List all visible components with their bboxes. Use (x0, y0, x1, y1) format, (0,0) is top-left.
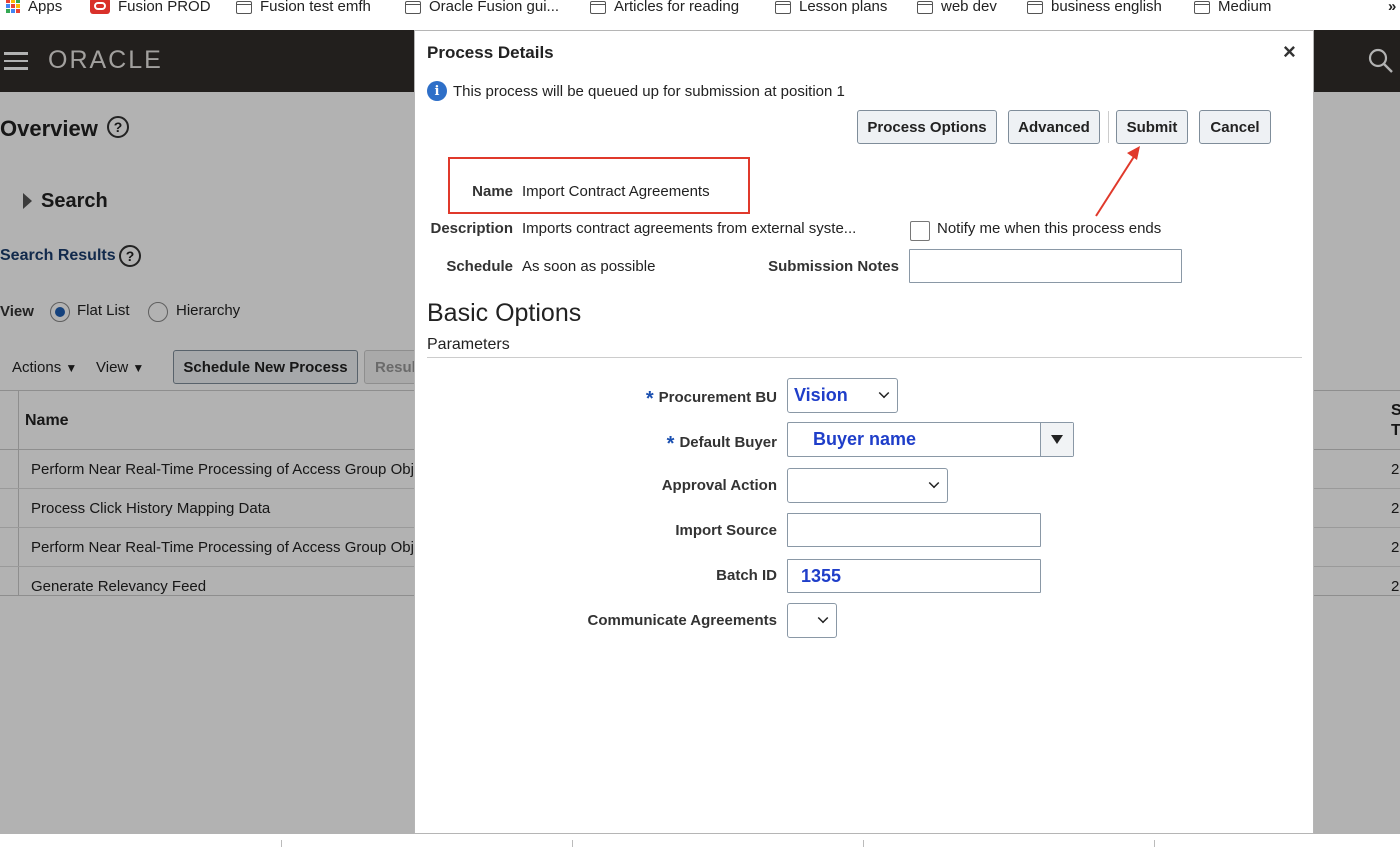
dropdown-button[interactable] (1040, 423, 1073, 456)
name-label: Name (472, 183, 513, 200)
bookmark-label: Fusion PROD (118, 0, 211, 15)
submit-button[interactable]: Submit (1116, 110, 1188, 144)
button-separator (1108, 111, 1109, 143)
bookmark-fusion-prod[interactable]: Fusion PROD (90, 0, 211, 15)
cancel-button[interactable]: Cancel (1199, 110, 1271, 144)
bookmark-label: Medium (1218, 0, 1272, 15)
bottom-strip (0, 834, 1400, 847)
bookmarks-bar: Apps Fusion PROD Fusion test emfh Oracle… (0, 0, 1400, 30)
notify-checkbox[interactable] (910, 221, 930, 241)
bookmark-label: Articles for reading (614, 0, 740, 15)
advanced-button[interactable]: Advanced (1008, 110, 1100, 144)
bookmark-lesson-plans[interactable]: Lesson plans (775, 0, 887, 15)
chevron-down-icon (878, 387, 890, 399)
submission-notes-input[interactable] (909, 249, 1182, 283)
bookmark-business-english[interactable]: business english (1027, 0, 1162, 15)
schedule-label: Schedule (446, 258, 513, 275)
close-icon[interactable]: × (1283, 39, 1296, 65)
oracle-o-icon (90, 0, 110, 14)
process-options-button[interactable]: Process Options (857, 110, 997, 144)
batch-id-label: Batch ID (716, 567, 777, 584)
info-text: This process will be queued up for submi… (453, 82, 845, 100)
procurement-bu-label-text: Procurement BU (658, 389, 777, 406)
chevron-down-icon (928, 477, 940, 489)
section-subtitle: Parameters (427, 336, 510, 353)
default-buyer-combobox[interactable]: Buyer name (787, 422, 1074, 457)
info-message: i This process will be queued up for sub… (427, 81, 845, 101)
approval-action-label: Approval Action (661, 477, 777, 494)
bookmark-label: Oracle Fusion gui... (429, 0, 560, 15)
import-source-input[interactable] (787, 513, 1041, 547)
communicate-agreements-select[interactable] (787, 603, 837, 638)
folder-icon (590, 0, 606, 14)
bookmark-oracle-fusion-gui[interactable]: Oracle Fusion gui... (405, 0, 559, 15)
chevron-down-icon (817, 612, 829, 624)
folder-icon (405, 0, 421, 14)
section-title: Basic Options (427, 299, 582, 327)
procurement-bu-select[interactable]: Vision (787, 378, 898, 413)
default-buyer-label-text: Default Buyer (679, 434, 777, 451)
name-value: Import Contract Agreements (522, 183, 710, 200)
folder-icon (1194, 0, 1210, 14)
bookmark-articles[interactable]: Articles for reading (590, 0, 739, 15)
notify-label: Notify me when this process ends (937, 220, 1162, 237)
bookmark-label: Lesson plans (799, 0, 888, 15)
procurement-bu-label: * Procurement BU (565, 385, 777, 410)
process-details-dialog: Process Details × i This process will be… (414, 30, 1314, 834)
default-buyer-label: * Default Buyer (565, 430, 777, 455)
apps-grid-icon (6, 0, 20, 13)
default-buyer-value: Buyer name (813, 429, 917, 449)
required-marker: * (645, 388, 654, 410)
bookmarks-overflow[interactable]: » (1388, 0, 1396, 15)
required-marker: * (666, 433, 675, 455)
caret-down-icon (1051, 435, 1063, 444)
info-icon: i (427, 81, 447, 101)
approval-action-select[interactable] (787, 468, 948, 503)
bookmark-label: web dev (941, 0, 997, 15)
bookmark-medium[interactable]: Medium (1194, 0, 1271, 15)
procurement-bu-value: Vision (794, 385, 848, 405)
section-divider (427, 357, 1302, 358)
import-source-label: Import Source (675, 522, 777, 539)
bookmark-label: Apps (28, 0, 63, 15)
bookmark-web-dev[interactable]: web dev (917, 0, 997, 15)
folder-icon (1027, 0, 1043, 14)
folder-icon (917, 0, 933, 14)
bookmark-apps[interactable]: Apps (6, 0, 62, 15)
folder-icon (775, 0, 791, 14)
schedule-value: As soon as possible (522, 258, 656, 275)
description-label: Description (430, 220, 513, 237)
dialog-title: Process Details (427, 43, 554, 62)
description-value: Imports contract agreements from externa… (522, 220, 857, 237)
communicate-agreements-label: Communicate Agreements (587, 612, 778, 629)
batch-id-input[interactable]: 1355 (787, 559, 1041, 593)
folder-icon (236, 0, 252, 14)
bookmark-fusion-test[interactable]: Fusion test emfh (236, 0, 371, 15)
bookmark-label: business english (1051, 0, 1162, 15)
submission-notes-label: Submission Notes (768, 258, 899, 275)
bookmark-label: Fusion test emfh (260, 0, 371, 15)
